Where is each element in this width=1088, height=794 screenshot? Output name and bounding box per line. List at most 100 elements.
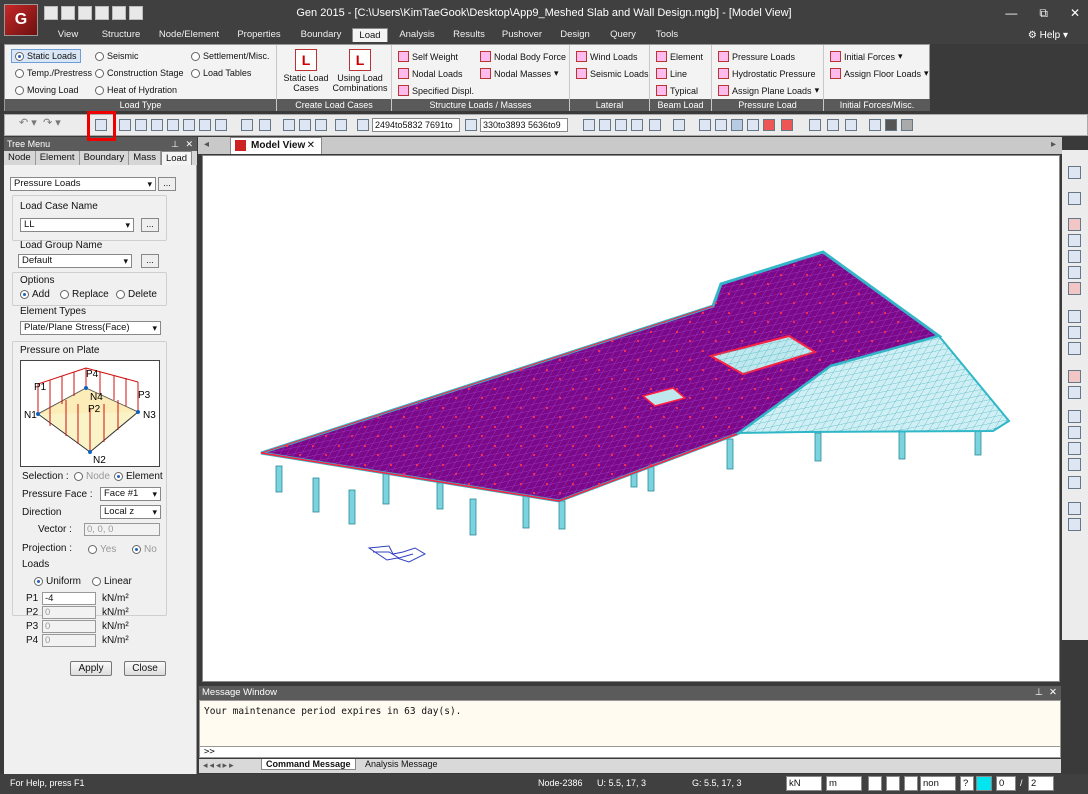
plane-select-icon[interactable] <box>183 119 195 131</box>
window-select-icon[interactable] <box>135 119 147 131</box>
zoom-fit-icon[interactable] <box>699 119 711 131</box>
red-shade-icon[interactable] <box>763 119 775 131</box>
tab-properties[interactable]: Properties <box>228 28 290 42</box>
option-add[interactable]: Add <box>20 289 50 300</box>
structural-model[interactable] <box>203 156 1061 683</box>
paste-view-icon[interactable] <box>1068 518 1081 531</box>
close-icon[interactable]: ✕ <box>185 137 193 151</box>
projection-yes[interactable]: Yes <box>88 544 116 555</box>
activate-icon[interactable] <box>283 119 295 131</box>
load-group-more-button[interactable]: ... <box>141 254 159 268</box>
copy-view-icon[interactable] <box>1068 502 1081 515</box>
front-view-icon[interactable] <box>1068 410 1081 423</box>
node-selection-combo[interactable]: 2494to5832 7691to <box>372 118 460 132</box>
intersect-select-icon[interactable] <box>167 119 179 131</box>
property-select-icon[interactable] <box>215 119 227 131</box>
seismic-loads-button[interactable]: Seismic Loads <box>576 68 649 79</box>
left-view-icon[interactable] <box>1068 442 1081 455</box>
activate-all-icon[interactable] <box>315 119 327 131</box>
filter-select[interactable]: non <box>920 776 956 791</box>
arrow-icon[interactable] <box>615 119 627 131</box>
pressure-face-select[interactable]: Face #1 <box>100 487 161 501</box>
selection-element[interactable]: Element <box>114 471 163 482</box>
tab-query[interactable]: Query <box>598 28 648 42</box>
shrink-icon[interactable] <box>599 119 611 131</box>
volume-select-icon[interactable] <box>199 119 211 131</box>
unselect-icon[interactable] <box>241 119 253 131</box>
settlement-option[interactable]: Settlement/Misc. <box>191 51 270 61</box>
tab-view[interactable]: View <box>44 28 92 42</box>
close-file-icon[interactable] <box>78 6 92 20</box>
save-icon[interactable] <box>95 6 109 20</box>
tree-tab-boundary[interactable]: Boundary <box>80 151 130 165</box>
moving-load-option[interactable]: Moving Load <box>15 85 79 95</box>
iso-view-icon[interactable] <box>1068 370 1081 383</box>
lock-icon[interactable] <box>869 119 881 131</box>
line-beam-load-button[interactable]: Line <box>656 68 687 79</box>
self-weight-button[interactable]: Self Weight <box>398 51 458 62</box>
wireframe-icon[interactable] <box>731 119 743 131</box>
zoom-dynamic-icon[interactable] <box>1068 310 1081 323</box>
open-file-icon[interactable] <box>61 6 75 20</box>
invert-active-icon[interactable] <box>335 119 347 131</box>
zoom-window-icon[interactable] <box>1068 234 1081 247</box>
tree-tab-element[interactable]: Element <box>36 151 80 165</box>
camera-icon[interactable] <box>885 119 897 131</box>
grid-icon[interactable] <box>1068 166 1081 179</box>
app-logo[interactable]: G <box>4 4 38 36</box>
snap-icon[interactable] <box>868 776 882 791</box>
nodal-loads-button[interactable]: Nodal Loads <box>398 68 463 79</box>
tab-analysis[interactable]: Analysis <box>388 28 446 42</box>
p4-input[interactable]: 0 <box>42 634 96 647</box>
hidden-icon[interactable] <box>715 119 727 131</box>
element-types-select[interactable]: Plate/Plane Stress(Face) <box>20 321 161 335</box>
tab-results[interactable]: Results <box>446 28 492 42</box>
loads-linear[interactable]: Linear <box>92 576 132 587</box>
zoom-in-icon[interactable] <box>1068 250 1081 263</box>
load-case-select[interactable]: LL <box>20 218 134 232</box>
element-number-icon[interactable] <box>827 119 839 131</box>
help-button[interactable]: ? <box>960 776 974 791</box>
hydrostatic-pressure-button[interactable]: Hydrostatic Pressure <box>718 68 816 79</box>
static-load-cases-button[interactable]: L Static Load Cases <box>281 49 331 93</box>
close-icon[interactable]: ✕ <box>1049 686 1057 700</box>
zoom-out-icon[interactable] <box>1068 266 1081 279</box>
tree-tab-mass[interactable]: Mass <box>129 151 161 165</box>
p2-input[interactable]: 0 <box>42 606 96 619</box>
element-selection-combo[interactable]: 330to3893 5636to9 <box>480 118 568 132</box>
tab-nav-icons[interactable]: ◂◂◂▸▸ <box>203 760 236 771</box>
scroll-left-icon[interactable]: ◂ <box>204 139 209 150</box>
tab-design[interactable]: Design <box>552 28 598 42</box>
right-view-icon[interactable] <box>1068 458 1081 471</box>
red-shade-2-icon[interactable] <box>781 119 793 131</box>
pan-icon[interactable] <box>1068 326 1081 339</box>
zoom-fit-icon[interactable] <box>1068 282 1081 295</box>
minimize-button[interactable]: — <box>1005 6 1017 21</box>
typical-beam-load-button[interactable]: Typical <box>656 85 698 96</box>
tab-structure[interactable]: Structure <box>92 28 150 42</box>
p3-input[interactable]: 0 <box>42 620 96 633</box>
side-view-icon[interactable] <box>1068 426 1081 439</box>
assign-floor-loads-button[interactable]: Assign Floor Loads ▾ <box>830 68 929 79</box>
inactivate-icon[interactable] <box>299 119 311 131</box>
color-swatch[interactable] <box>976 776 992 791</box>
redraw-icon[interactable] <box>1068 218 1081 231</box>
load-tables-option[interactable]: Load Tables <box>191 68 251 78</box>
p1-input[interactable]: -4 <box>42 592 96 605</box>
tab-boundary[interactable]: Boundary <box>290 28 352 42</box>
specified-displ-button[interactable]: Specified Displ. <box>398 85 474 96</box>
nodal-masses-button[interactable]: Nodal Masses ▾ <box>480 68 559 79</box>
assign-plane-loads-button[interactable]: Assign Plane Loads ▾ <box>718 85 819 96</box>
page-total[interactable]: 2 <box>1028 776 1054 791</box>
section-icon[interactable] <box>631 119 643 131</box>
model-view-canvas[interactable] <box>202 155 1060 682</box>
load-kind-select[interactable]: Pressure Loads <box>10 177 156 191</box>
select-icon[interactable] <box>119 119 131 131</box>
static-loads-option[interactable]: Static Loads <box>11 49 81 63</box>
model-view-tab[interactable]: Model View ✕ <box>230 137 322 154</box>
undo-icon[interactable]: ↶ ▾ <box>19 116 37 129</box>
snap-grid-icon[interactable] <box>886 776 900 791</box>
construction-stage-option[interactable]: Construction Stage <box>95 68 184 78</box>
tree-tab-node[interactable]: Node <box>4 151 36 165</box>
apply-button[interactable]: Apply <box>70 661 112 676</box>
